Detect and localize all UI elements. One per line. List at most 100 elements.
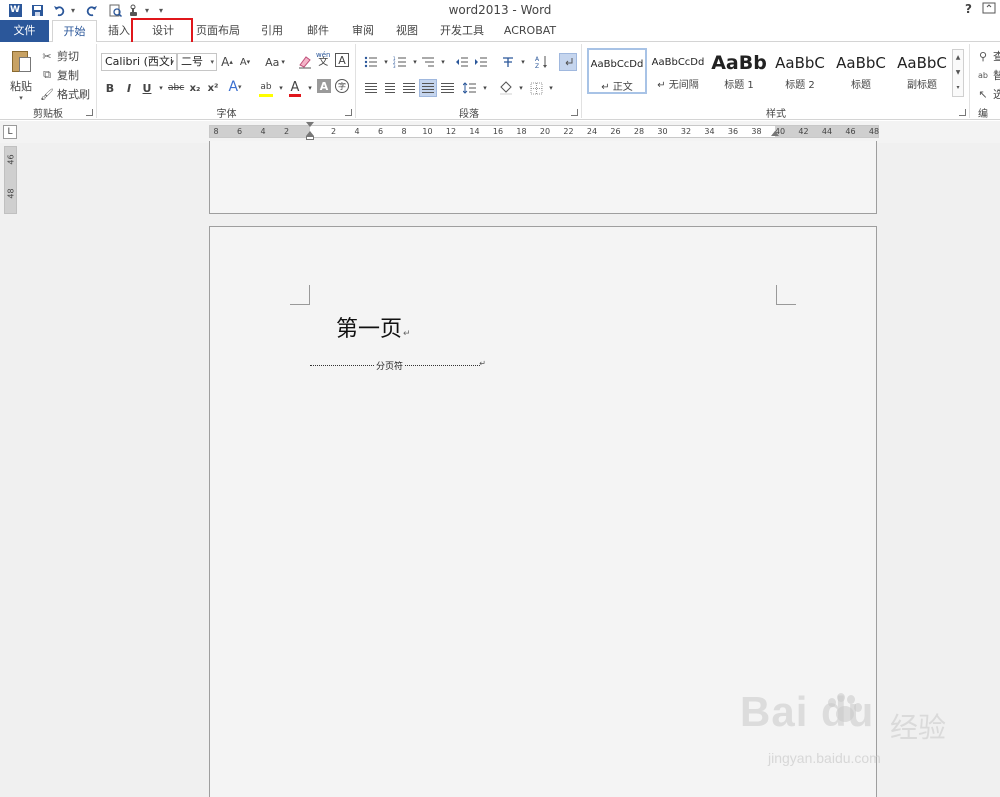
ruler-number: 8 — [213, 127, 219, 136]
paste-dropdown-icon[interactable]: ▾ — [6, 94, 36, 102]
shrink-font-button[interactable]: A ▾ — [238, 53, 252, 71]
cursor-icon: ↖ — [978, 87, 988, 101]
change-case-button[interactable]: Aa ▾ — [262, 53, 288, 71]
line-spacing-dropdown-icon[interactable]: ▾ — [478, 79, 492, 97]
gallery-more-icon[interactable]: ▾ — [953, 80, 963, 95]
vruler-number: 48 — [6, 188, 16, 199]
tab-home[interactable]: 开始 — [52, 20, 97, 43]
align-left-icon[interactable] — [362, 79, 380, 97]
align-center-icon[interactable] — [381, 79, 399, 97]
chinese-layout-icon[interactable] — [499, 53, 517, 71]
binoculars-icon: ⚲ — [978, 49, 988, 63]
font-name-combo[interactable]: Calibri (西文i ▾ — [101, 53, 177, 71]
superscript-button[interactable]: x² — [206, 79, 220, 97]
tab-acrobat[interactable]: ACROBAT — [500, 20, 560, 42]
bold-button[interactable]: B — [103, 79, 117, 97]
character-shading-button[interactable]: A — [317, 79, 331, 93]
style-heading-2[interactable]: AaBbC 标题 2 — [770, 48, 830, 94]
grow-font-button[interactable]: A ▴ — [220, 53, 234, 71]
show-paragraph-marks-icon[interactable] — [559, 53, 577, 71]
numbering-icon[interactable]: 123 — [391, 53, 409, 71]
tab-view[interactable]: 视图 — [389, 20, 425, 42]
replace-button[interactable]: ab 替 — [976, 67, 1000, 83]
ruler-number: 2 — [330, 127, 337, 136]
previous-page[interactable] — [209, 141, 877, 214]
ribbon-display-options-icon[interactable] — [982, 2, 996, 17]
distributed-icon[interactable] — [438, 79, 456, 97]
character-border-button[interactable]: A — [335, 53, 349, 67]
highlight-icon: ab — [260, 82, 272, 92]
tab-developer[interactable]: 开发工具 — [434, 20, 490, 42]
format-painter-button[interactable]: 🖌 格式刷 — [40, 86, 90, 102]
font-size-combo[interactable]: 二号 ▾ — [177, 53, 217, 71]
first-line-indent-marker[interactable] — [306, 122, 314, 127]
underline-button[interactable]: U — [140, 79, 154, 97]
tab-page-layout[interactable]: 页面布局 — [192, 20, 244, 42]
vertical-ruler[interactable]: 46 48 — [4, 146, 17, 214]
borders-icon[interactable] — [527, 79, 545, 97]
horizontal-ruler[interactable]: 8642 2 4 6 8 10 12 14 16 18 20 22 24 26 28 30 32 34 36 38 4… — [209, 122, 879, 140]
style-subtitle[interactable]: AaBbC 副标题 — [892, 48, 952, 94]
gallery-down-icon[interactable]: ▼ — [953, 65, 963, 80]
cut-button[interactable]: ✂ 剪切 — [40, 48, 79, 64]
change-case-icon: Aa — [265, 55, 280, 69]
font-color-dropdown-icon[interactable]: ▾ — [303, 79, 317, 97]
paste-button[interactable]: 粘贴 ▾ — [6, 48, 36, 104]
styles-dialog-launcher-icon[interactable] — [959, 109, 966, 116]
style-normal[interactable]: AaBbCcDd ↵ 正文 — [587, 48, 647, 94]
shading-icon[interactable] — [497, 79, 515, 97]
font-size-dropdown-icon[interactable]: ▾ — [210, 54, 214, 70]
highlight-dropdown-icon[interactable]: ▾ — [274, 79, 288, 97]
italic-button[interactable]: I — [122, 79, 136, 97]
highlight-button[interactable]: ab — [258, 77, 274, 97]
shading-dropdown-icon[interactable]: ▾ — [514, 79, 528, 97]
increase-indent-icon[interactable] — [472, 53, 490, 71]
copy-button[interactable]: ⧉ 复制 — [40, 67, 79, 83]
sort-icon[interactable]: AZ — [533, 53, 551, 71]
svg-text:Z: Z — [535, 63, 539, 69]
strikethrough-button[interactable]: abc — [168, 79, 184, 97]
ruler-number: 20 — [539, 127, 551, 136]
ruler-number: 44 — [821, 127, 833, 136]
borders-dropdown-icon[interactable]: ▾ — [544, 79, 558, 97]
bullets-icon[interactable] — [362, 53, 380, 71]
tab-selector[interactable]: L — [3, 125, 17, 139]
font-dialog-launcher-icon[interactable] — [345, 109, 352, 116]
font-name-dropdown-icon[interactable]: ▾ — [170, 54, 174, 70]
style-no-spacing[interactable]: AaBbCcDd ↵ 无间隔 — [648, 48, 708, 94]
line-spacing-icon[interactable] — [461, 79, 479, 97]
clipboard-dialog-launcher-icon[interactable] — [86, 109, 93, 116]
tab-file[interactable]: 文件 — [0, 20, 49, 42]
underline-dropdown-icon[interactable]: ▾ — [154, 79, 168, 97]
font-group-label: 字体 — [216, 109, 237, 120]
font-color-button[interactable]: A — [288, 77, 302, 97]
crop-mark-top-right — [776, 285, 796, 305]
page-break[interactable]: 分页符 ↵ — [310, 359, 486, 372]
style-title[interactable]: AaBbC 标题 — [831, 48, 891, 94]
clear-formatting-icon[interactable] — [298, 53, 312, 71]
tab-review[interactable]: 审阅 — [345, 20, 381, 42]
decrease-indent-icon[interactable] — [453, 53, 471, 71]
subscript-button[interactable]: x₂ — [188, 79, 202, 97]
gallery-up-icon[interactable]: ▲ — [953, 50, 963, 65]
multilevel-dropdown-icon[interactable]: ▾ — [436, 53, 450, 71]
phonetic-guide-button[interactable]: wén 文 — [316, 50, 330, 68]
style-heading-1[interactable]: AaBb 标题 1 — [709, 48, 769, 94]
find-button[interactable]: ⚲ 查 — [976, 48, 1000, 64]
styles-gallery-scroll[interactable]: ▲ ▼ ▾ — [952, 49, 964, 97]
text-effects-button[interactable]: A ▾ — [228, 78, 242, 96]
select-button[interactable]: ↖ 选 — [976, 86, 1000, 102]
justify-icon[interactable] — [419, 79, 437, 97]
help-button[interactable]: ? — [965, 2, 972, 16]
ruler-number: 6 — [377, 127, 384, 136]
right-indent-marker[interactable] — [771, 131, 779, 136]
left-indent-marker[interactable] — [306, 136, 314, 140]
multilevel-list-icon[interactable] — [419, 53, 437, 71]
tab-references[interactable]: 引用 — [254, 20, 290, 42]
enclose-characters-button[interactable]: 字 — [335, 79, 349, 93]
chinese-layout-dropdown-icon[interactable]: ▾ — [516, 53, 530, 71]
paragraph-dialog-launcher-icon[interactable] — [571, 109, 578, 116]
tab-mailings[interactable]: 邮件 — [300, 20, 336, 42]
page-heading[interactable]: 第一页↵ — [336, 311, 411, 343]
align-right-icon[interactable] — [400, 79, 418, 97]
